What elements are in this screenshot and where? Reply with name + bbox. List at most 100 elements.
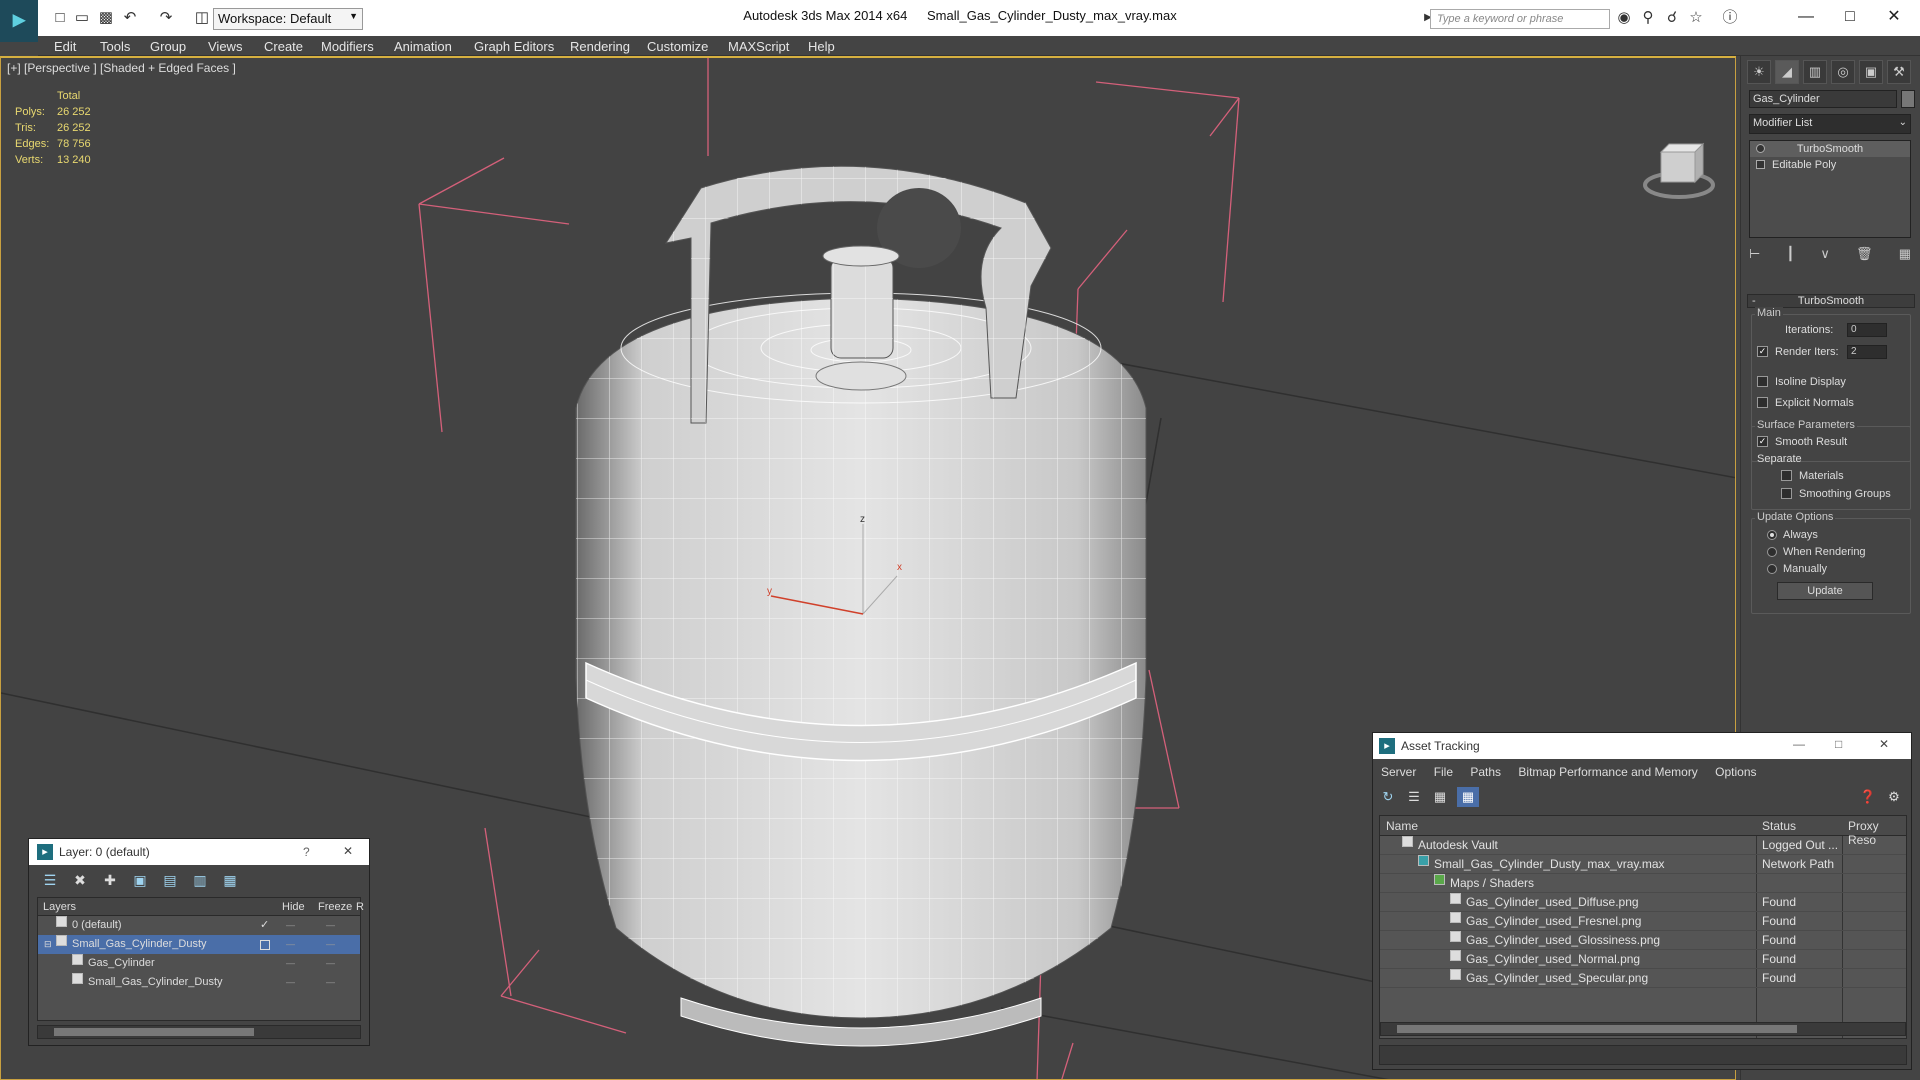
close-icon[interactable]: ✕: [343, 844, 353, 858]
stack-item-editable-poly[interactable]: Editable Poly: [1750, 157, 1910, 173]
asset-table[interactable]: Name Status Proxy Reso Autodesk Vault Lo…: [1379, 815, 1907, 1039]
close-icon[interactable]: ✕: [1879, 737, 1889, 751]
asset-horizontal-scrollbar[interactable]: [1380, 1022, 1906, 1036]
help-icon[interactable]: ❓: [1857, 787, 1879, 807]
asset-row[interactable]: Gas_Cylinder_used_Fresnel.png Found: [1380, 912, 1906, 931]
menu-animation[interactable]: Animation: [394, 39, 452, 54]
menu-group[interactable]: Group: [150, 39, 186, 54]
column-status[interactable]: Status: [1762, 819, 1796, 833]
make-unique-icon[interactable]: ∨: [1820, 246, 1830, 266]
manually-radio[interactable]: [1767, 564, 1777, 574]
column-hide[interactable]: Hide: [282, 901, 305, 913]
vault-icon[interactable]: ⚙: [1883, 787, 1905, 807]
object-name-field[interactable]: Gas_Cylinder: [1749, 90, 1897, 108]
menu-file[interactable]: File: [1434, 765, 1453, 779]
menu-rendering[interactable]: Rendering: [570, 39, 630, 54]
asset-row[interactable]: Gas_Cylinder_used_Glossiness.png Found: [1380, 931, 1906, 950]
create-tab-icon[interactable]: ☀: [1747, 60, 1771, 84]
asset-tracking-titlebar[interactable]: ▸ Asset Tracking — □ ✕: [1373, 733, 1911, 759]
minimize-icon[interactable]: —: [1786, 4, 1826, 30]
column-layers[interactable]: Layers: [43, 901, 76, 913]
iterations-spinner[interactable]: 0: [1847, 323, 1887, 337]
hierarchy-tab-icon[interactable]: ▥: [1803, 60, 1827, 84]
asset-row[interactable]: Gas_Cylinder_used_Diffuse.png Found: [1380, 893, 1906, 912]
menu-server[interactable]: Server: [1381, 765, 1416, 779]
menu-maxscript[interactable]: MAXScript: [728, 39, 789, 54]
asset-row[interactable]: Gas_Cylinder_used_Normal.png Found: [1380, 950, 1906, 969]
layer-horizontal-scrollbar[interactable]: [37, 1025, 361, 1039]
view-cube[interactable]: [1643, 142, 1715, 199]
show-end-result-icon[interactable]: ┃: [1786, 246, 1794, 266]
menu-customize[interactable]: Customize: [647, 39, 708, 54]
minimize-icon[interactable]: —: [1793, 737, 1805, 751]
binoculars-icon[interactable]: ◉: [1614, 8, 1634, 28]
asset-row[interactable]: Autodesk Vault Logged Out ...: [1380, 836, 1906, 855]
menu-create[interactable]: Create: [264, 39, 303, 54]
object-color-swatch[interactable]: [1901, 90, 1915, 108]
favorites-star-icon[interactable]: ☆: [1686, 8, 1706, 28]
remove-modifier-icon[interactable]: 🗑: [1856, 246, 1873, 266]
render-iters-checkbox[interactable]: ✓: [1757, 346, 1768, 357]
select-in-layer-icon[interactable]: ▣: [129, 869, 151, 891]
menu-edit[interactable]: Edit: [54, 39, 76, 54]
thumbnail-view-icon[interactable]: ▦: [1429, 787, 1451, 807]
maximize-icon[interactable]: □: [1830, 4, 1870, 30]
search-input[interactable]: Type a keyword or phrase: [1430, 9, 1610, 29]
materials-checkbox[interactable]: [1781, 470, 1792, 481]
viewport-label[interactable]: [+] [Perspective ] [Shaded + Edged Faces…: [7, 61, 236, 75]
pin-stack-icon[interactable]: ⊢: [1749, 246, 1760, 266]
menu-tools[interactable]: Tools: [100, 39, 130, 54]
layer-row[interactable]: 0 (default) ✓ — —: [38, 916, 360, 935]
add-to-layer-icon[interactable]: ✚: [99, 869, 121, 891]
column-name[interactable]: Name: [1386, 819, 1418, 833]
always-radio[interactable]: [1767, 530, 1777, 540]
menu-graph-editors[interactable]: Graph Editors: [474, 39, 554, 54]
set-active-layer-box[interactable]: [260, 940, 270, 950]
motion-tab-icon[interactable]: ◎: [1831, 60, 1855, 84]
list-view-icon[interactable]: ☰: [1403, 787, 1425, 807]
menu-modifiers[interactable]: Modifiers: [321, 39, 374, 54]
configure-modifier-sets-icon[interactable]: ▦: [1899, 246, 1911, 266]
layer-row[interactable]: ⊟ Small_Gas_Cylinder_Dusty — —: [38, 935, 360, 954]
delete-layer-icon[interactable]: ✖: [69, 869, 91, 891]
update-button[interactable]: Update: [1777, 582, 1873, 600]
modifier-list-dropdown[interactable]: Modifier List ⌄: [1749, 114, 1911, 134]
menu-paths[interactable]: Paths: [1470, 765, 1501, 779]
menu-views[interactable]: Views: [208, 39, 242, 54]
hide-all-layers-icon[interactable]: ▥: [189, 869, 211, 891]
active-layer-check-icon[interactable]: ✓: [260, 916, 269, 935]
collapse-icon[interactable]: ⊟: [44, 935, 52, 954]
menu-help[interactable]: Help: [808, 39, 835, 54]
scroll-thumb[interactable]: [54, 1028, 254, 1036]
asset-row[interactable]: Gas_Cylinder_used_Specular.png Found: [1380, 969, 1906, 988]
maximize-icon[interactable]: □: [1835, 737, 1842, 751]
asset-row[interactable]: Small_Gas_Cylinder_Dusty_max_vray.max Ne…: [1380, 855, 1906, 874]
close-icon[interactable]: ✕: [1874, 4, 1914, 30]
communication-icon[interactable]: ☌: [1662, 8, 1682, 28]
menu-bitmap-performance[interactable]: Bitmap Performance and Memory: [1518, 765, 1697, 779]
stack-item-turbosmooth[interactable]: TurboSmooth: [1750, 141, 1910, 157]
menu-options[interactable]: Options: [1715, 765, 1756, 779]
freeze-all-layers-icon[interactable]: ▦: [219, 869, 241, 891]
isoline-display-checkbox[interactable]: [1757, 376, 1768, 387]
layer-dialog-titlebar[interactable]: ▸ Layer: 0 (default) ? ✕: [29, 839, 369, 865]
when-rendering-radio[interactable]: [1767, 547, 1777, 557]
render-iters-spinner[interactable]: 2: [1847, 345, 1887, 359]
turbosmooth-rollout-header[interactable]: - TurboSmooth: [1747, 294, 1915, 308]
modifier-stack[interactable]: TurboSmooth Editable Poly: [1749, 140, 1911, 238]
column-r[interactable]: R: [356, 901, 364, 913]
explicit-normals-checkbox[interactable]: [1757, 397, 1768, 408]
highlight-layer-icon[interactable]: ▤: [159, 869, 181, 891]
asset-path-field[interactable]: [1379, 1045, 1907, 1065]
table-view-icon[interactable]: ▦: [1457, 787, 1479, 807]
help-button[interactable]: ?: [303, 845, 310, 859]
smoothing-groups-checkbox[interactable]: [1781, 488, 1792, 499]
refresh-icon[interactable]: ↻: [1377, 787, 1399, 807]
scroll-thumb[interactable]: [1397, 1025, 1797, 1033]
gas-cylinder-model[interactable]: [575, 165, 1147, 1047]
layer-list[interactable]: Layers Hide Freeze R 0 (default) ✓ — — ⊟ …: [37, 897, 364, 1021]
layer-row[interactable]: Gas_Cylinder — —: [38, 954, 360, 973]
asset-row[interactable]: Maps / Shaders: [1380, 874, 1906, 893]
modify-tab-icon[interactable]: ◢: [1775, 60, 1799, 84]
smooth-result-checkbox[interactable]: ✓: [1757, 436, 1768, 447]
